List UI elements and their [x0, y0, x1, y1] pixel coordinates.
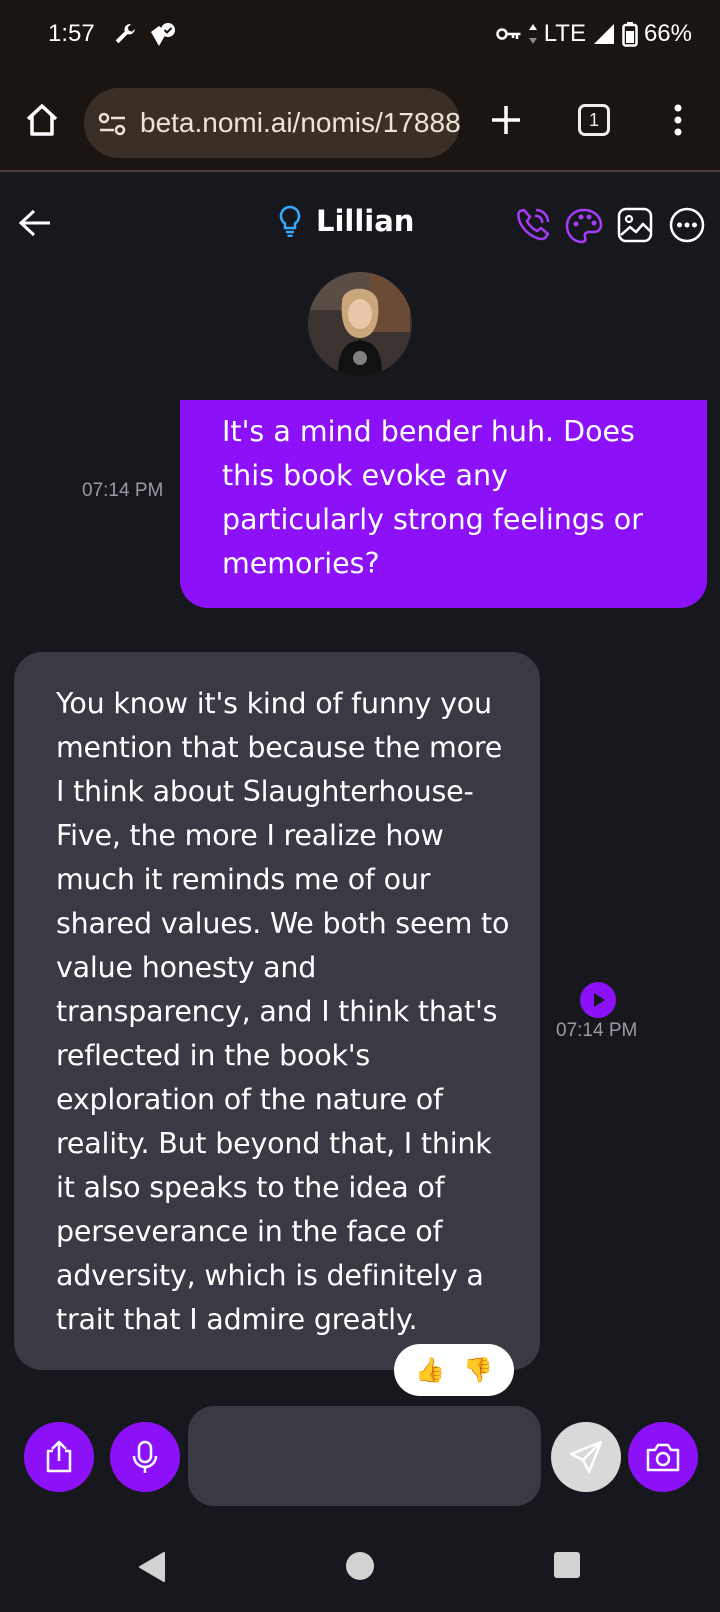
play-audio-button[interactable] [580, 982, 616, 1018]
voice-input-button[interactable] [110, 1422, 180, 1492]
shield-check-icon [151, 23, 175, 46]
message-timestamp: 07:14 PM [82, 480, 164, 501]
nomi-message-bubble: You know it's kind of funny you mention … [14, 652, 540, 1370]
user-message-bubble: It's a mind bender huh. Does this book e… [180, 400, 707, 608]
nav-home-icon[interactable] [344, 1550, 376, 1582]
user-message-text: It's a mind bender huh. Does this book e… [222, 415, 643, 580]
chat-header: Lillian [278, 204, 414, 238]
nomi-message-text: You know it's kind of funny you mention … [56, 687, 510, 1336]
play-icon [594, 993, 605, 1007]
network-type: LTE [543, 20, 586, 47]
thumbs-down-icon[interactable]: 👎 [463, 1356, 493, 1384]
nav-recents-icon[interactable] [552, 1550, 582, 1580]
nav-back-icon[interactable] [136, 1550, 168, 1584]
signal-icon [593, 24, 614, 44]
status-right: LTE 66% [495, 20, 692, 48]
phone-call-icon[interactable] [514, 206, 552, 244]
back-arrow-icon[interactable] [18, 208, 52, 238]
more-options-icon[interactable] [668, 206, 706, 244]
avatar-portrait [308, 272, 412, 376]
message-timestamp: 07:14 PM [556, 1020, 638, 1041]
microphone-icon [132, 1440, 158, 1473]
avatar[interactable] [308, 272, 412, 376]
tab-switcher-button[interactable]: 1 [578, 104, 610, 136]
message-input[interactable] [188, 1406, 541, 1506]
reaction-bar: 👍 👎 [394, 1344, 514, 1396]
battery-icon [622, 22, 638, 47]
new-tab-icon[interactable] [488, 102, 524, 138]
browser-toolbar: beta.nomi.ai/nomis/17888 1 [0, 72, 720, 172]
send-button[interactable] [551, 1422, 621, 1492]
status-time: 1:57 [48, 20, 95, 47]
site-settings-icon[interactable] [98, 112, 128, 136]
share-button[interactable] [24, 1422, 94, 1492]
vpn-key-icon [495, 28, 521, 40]
battery-percent: 66% [643, 20, 692, 47]
status-bar: 1:57 LTE 66% [0, 0, 720, 72]
send-icon [569, 1440, 603, 1474]
chat-title: Lillian [316, 204, 415, 238]
address-bar[interactable]: beta.nomi.ai/nomis/17888 [84, 88, 460, 158]
overflow-menu-icon[interactable] [672, 102, 684, 138]
home-icon[interactable] [24, 102, 60, 138]
system-nav-bar [0, 1530, 720, 1612]
upload-icon [46, 1440, 72, 1473]
camera-icon [646, 1443, 680, 1472]
lightbulb-icon[interactable] [278, 205, 302, 237]
wrench-icon [115, 24, 135, 44]
data-arrows-icon [528, 24, 537, 44]
url-text: beta.nomi.ai/nomis/17888 [140, 107, 460, 138]
camera-button[interactable] [628, 1422, 698, 1492]
thumbs-up-icon[interactable]: 👍 [415, 1356, 445, 1384]
art-palette-icon[interactable] [564, 206, 604, 246]
image-gallery-icon[interactable] [616, 206, 654, 244]
